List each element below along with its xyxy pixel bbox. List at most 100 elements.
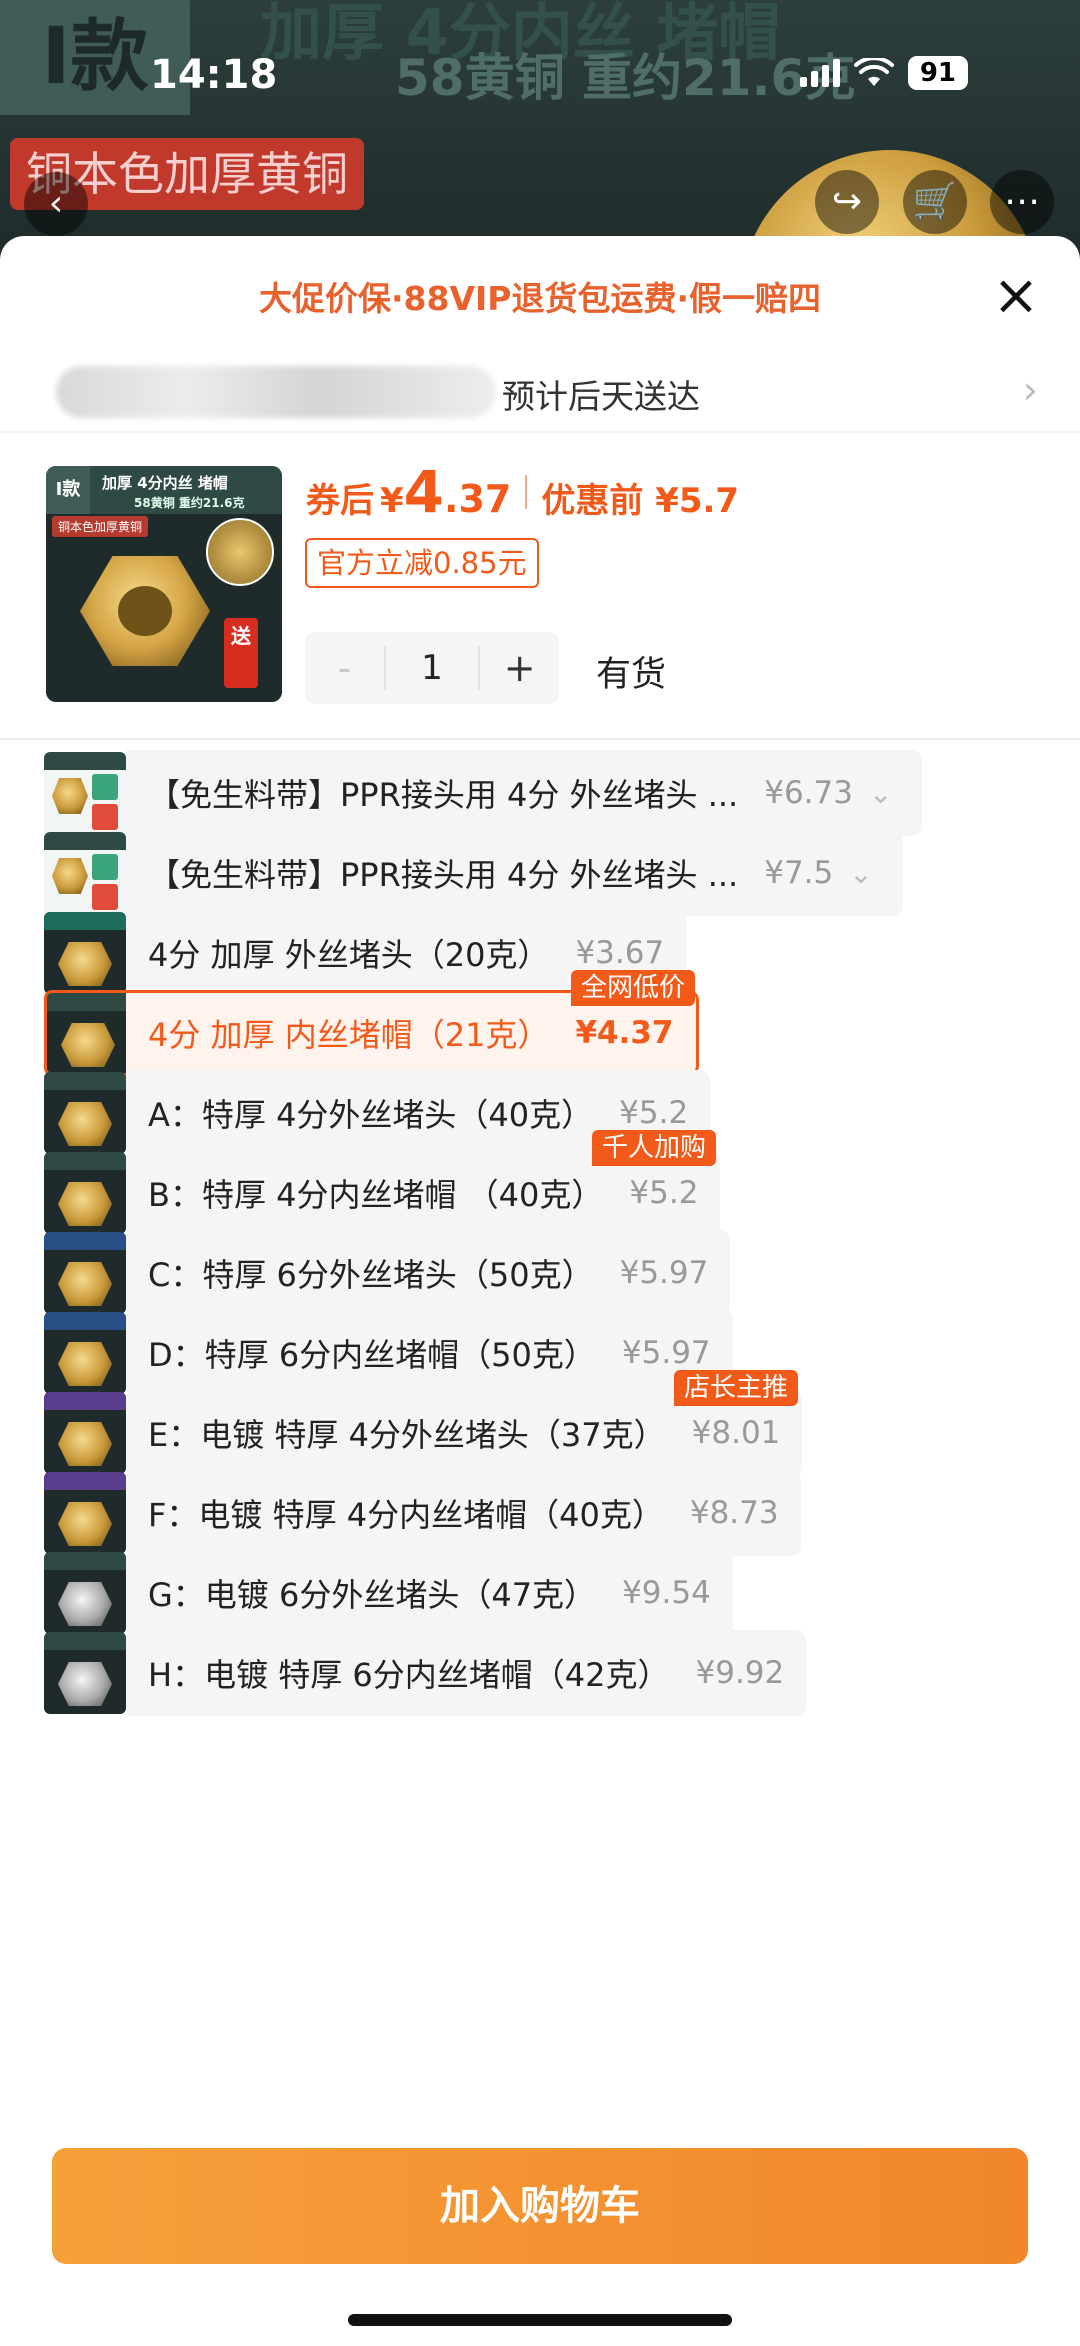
thumbnail-detail <box>92 884 118 910</box>
price-separator <box>525 475 528 509</box>
thumbnail-header <box>44 912 126 930</box>
thumbnail-detail <box>92 854 118 880</box>
thumbnail-header <box>44 832 126 850</box>
brass-cap-hole <box>118 586 172 636</box>
variant-name: E：电镀 特厚 4分外丝堵头（37克） <box>148 1416 666 1454</box>
currency-symbol: ¥ <box>380 481 404 521</box>
delivery-estimate: 预计后天送达 <box>502 377 700 416</box>
variant-price: ¥8.73 <box>689 1495 779 1531</box>
variant-price: ¥5.97 <box>621 1335 711 1371</box>
variant-label-pill[interactable]: G：电镀 6分外丝堵头（47克） ¥9.54 <box>126 1550 733 1636</box>
thumbnail-header <box>44 1232 126 1250</box>
thumbnail-header <box>44 1152 126 1170</box>
divider <box>0 738 1080 740</box>
thumbnail-header <box>44 752 126 770</box>
variant-name: 【免生料带】PPR接头用 4分 外丝堵头 ... <box>148 856 739 894</box>
thumbnail-detail <box>92 774 118 800</box>
brass-cap-detail-image <box>206 518 274 586</box>
status-bar: 14:18 91 <box>0 0 1080 110</box>
wifi-icon <box>853 58 894 86</box>
selected-product-thumbnail[interactable]: I款 加厚 4分内丝 堵帽 58黄铜 重约21.6克 铜本色加厚黄铜 送 <box>46 466 282 702</box>
variant-name: F：电镀 特厚 4分内丝堵帽（40克） <box>148 1496 664 1534</box>
chevron-right-icon: › <box>1022 368 1038 412</box>
thumbnail-header <box>44 1552 126 1570</box>
fitting-image <box>52 858 88 894</box>
fitting-image <box>58 942 112 986</box>
cellular-signal-icon <box>799 59 840 87</box>
quantity-stepper[interactable]: - 1 + <box>305 632 559 704</box>
back-icon[interactable]: ‹ <box>24 172 88 236</box>
variant-thumbnail <box>44 990 126 1076</box>
thumbnail-header <box>44 1632 126 1650</box>
thumbnail-detail <box>92 804 118 830</box>
fitting-image <box>58 1662 112 1706</box>
stock-status: 有货 <box>596 655 667 695</box>
variant-tag: 全网低价 <box>571 970 696 1006</box>
variant-label-pill[interactable]: 【免生料带】PPR接头用 4分 外丝堵头 ... ¥7.5 ⌄ <box>126 830 903 916</box>
variant-label-pill[interactable]: D：特厚 6分内丝堵帽（50克） ¥5.97 <box>126 1310 733 1396</box>
variant-price: ¥5.97 <box>619 1255 709 1291</box>
variant-name: A：特厚 4分外丝堵头（40克） <box>148 1096 594 1134</box>
variant-label-pill[interactable]: 【免生料带】PPR接头用 4分 外丝堵头 ... ¥6.73 ⌄ <box>126 750 923 836</box>
divider <box>0 431 1080 433</box>
variant-list[interactable]: 【免生料带】PPR接头用 4分 外丝堵头 ... ¥6.73 ⌄ 【免生料带】PPR接… <box>0 746 1080 1896</box>
add-to-cart-button[interactable]: 加入购物车 <box>52 2148 1028 2264</box>
variant-thumbnail <box>44 752 126 834</box>
variant-thumbnail <box>44 832 126 914</box>
variant-thumbnail <box>44 1232 126 1314</box>
close-icon[interactable]: × <box>988 268 1044 324</box>
variant-price: ¥8.01 <box>691 1415 781 1451</box>
fitting-image <box>58 1422 112 1466</box>
thumbnail-header <box>44 1072 126 1090</box>
variant-label-pill[interactable]: H：电镀 特厚 6分内丝堵帽（42克） ¥9.92 <box>126 1630 807 1716</box>
variant-thumbnail <box>44 1152 126 1234</box>
variant-thumbnail <box>44 1632 126 1714</box>
variant-name: D：特厚 6分内丝堵帽（50克） <box>148 1336 596 1374</box>
variant-label-pill[interactable]: F：电镀 特厚 4分内丝堵帽（40克） ¥8.73 <box>126 1470 801 1556</box>
blurred-address <box>56 366 496 418</box>
variant-name: 4分 加厚 内丝堵帽（21克） <box>148 1016 550 1054</box>
fitting-image <box>58 1262 112 1306</box>
fitting-image <box>58 1582 112 1626</box>
fitting-image <box>58 1502 112 1546</box>
list-fade <box>0 1836 1080 1896</box>
increase-button[interactable]: + <box>480 646 559 690</box>
more-icon[interactable]: ⋯ <box>990 170 1054 234</box>
thumbnail-badge: I款 <box>46 466 90 514</box>
variant-price: ¥5.2 <box>619 1095 689 1131</box>
delivery-row[interactable]: 预计后天送达 › <box>0 346 1080 436</box>
fitting-image <box>58 1342 112 1386</box>
decrease-button[interactable]: - <box>305 646 384 690</box>
variant-name: B：特厚 4分内丝堵帽 （40克） <box>148 1176 604 1214</box>
variant-price: ¥3.67 <box>575 935 665 971</box>
thumbnail-header <box>44 1392 126 1410</box>
discount-tag: 官方立减0.85元 <box>305 538 539 588</box>
variant-thumbnail <box>44 1072 126 1154</box>
variant-tag: 店长主推 <box>674 1370 799 1406</box>
chevron-down-icon[interactable]: ⌄ <box>849 857 902 890</box>
share-icon[interactable]: ↪ <box>815 170 879 234</box>
variant-thumbnail <box>44 1552 126 1634</box>
chevron-down-icon[interactable]: ⌄ <box>869 777 922 810</box>
fitting-image <box>58 1102 112 1146</box>
variant-tag: 千人加购 <box>592 1130 717 1166</box>
price-decimal: .37 <box>444 477 512 521</box>
thumbnail-subtitle: 58黄铜 重约21.6克 <box>134 496 245 510</box>
fitting-image <box>52 778 88 814</box>
variant-price: ¥4.37 <box>575 1015 674 1051</box>
price-integer: 4 <box>403 458 445 526</box>
battery-indicator: 91 <box>907 56 968 90</box>
variant-name: 【免生料带】PPR接头用 4分 外丝堵头 ... <box>148 776 739 814</box>
quantity-value[interactable]: 1 <box>383 646 481 690</box>
home-indicator <box>348 2314 732 2326</box>
variant-label-pill[interactable]: C：特厚 6分外丝堵头（50克） ¥5.97 <box>126 1230 731 1316</box>
variant-price: ¥9.54 <box>622 1575 711 1611</box>
variant-thumbnail <box>44 1312 126 1394</box>
variant-price: ¥6.73 <box>764 775 853 811</box>
gift-badge: 送 <box>224 618 258 688</box>
variant-thumbnail <box>44 1472 126 1554</box>
fitting-image <box>58 1182 112 1226</box>
variant-name: 4分 加厚 外丝堵头（20克） <box>148 936 550 974</box>
cart-icon[interactable]: 🛒 <box>903 170 967 234</box>
price-before-discount: 优惠前 ¥5.7 <box>541 481 740 521</box>
